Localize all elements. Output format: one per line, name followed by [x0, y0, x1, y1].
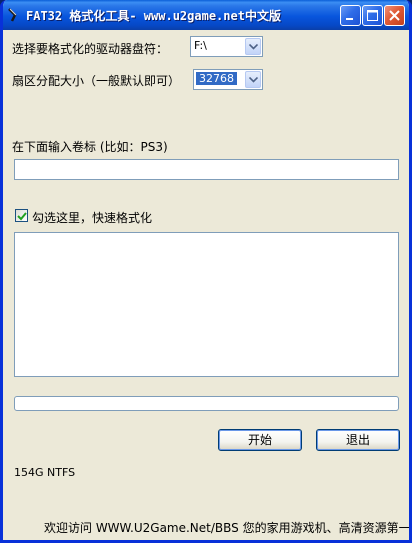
sector-size-select[interactable]: 32768 [193, 69, 263, 90]
volume-label-input[interactable] [14, 159, 399, 180]
quick-format-label[interactable]: 勾选这里，快速格式化 [32, 209, 152, 226]
minimize-button[interactable] [340, 5, 361, 26]
log-textarea[interactable] [14, 232, 399, 377]
app-icon[interactable] [6, 7, 22, 23]
title-bar[interactable]: FAT32 格式化工具- www.u2game.net中文版 [3, 0, 409, 30]
exit-button[interactable]: 退出 [316, 429, 400, 451]
chevron-down-icon [249, 77, 258, 83]
minimize-icon [346, 18, 353, 20]
drive-dropdown-button[interactable] [245, 38, 261, 55]
checkmark-icon [17, 212, 27, 221]
sector-size-value: 32768 [196, 72, 237, 85]
maximize-icon [367, 10, 378, 21]
chevron-down-icon [249, 44, 258, 50]
window-title: FAT32 格式化工具- www.u2game.net中文版 [26, 9, 281, 23]
quick-format-checkbox[interactable] [15, 209, 28, 222]
drive-select[interactable]: F:\ [190, 36, 263, 57]
sector-size-label: 扇区分配大小（一般默认即可） [12, 74, 181, 88]
drive-select-value: F:\ [194, 39, 207, 52]
close-icon [389, 10, 400, 21]
sector-size-dropdown-button[interactable] [245, 71, 261, 88]
start-button[interactable]: 开始 [218, 429, 302, 451]
disk-info: 154G NTFS [14, 466, 76, 479]
footer-text: 欢迎访问 WWW.U2Game.Net/BBS 您的家用游戏机、高清资源第一站 [44, 521, 412, 535]
progress-bar [14, 396, 399, 411]
app-window: FAT32 格式化工具- www.u2game.net中文版 选择要格式化的驱动… [0, 0, 412, 543]
close-button[interactable] [384, 5, 405, 26]
drive-label: 选择要格式化的驱动器盘符： [12, 42, 169, 56]
volume-label-prompt: 在下面输入卷标 (比如：PS3) [12, 140, 168, 154]
maximize-button[interactable] [362, 5, 383, 26]
